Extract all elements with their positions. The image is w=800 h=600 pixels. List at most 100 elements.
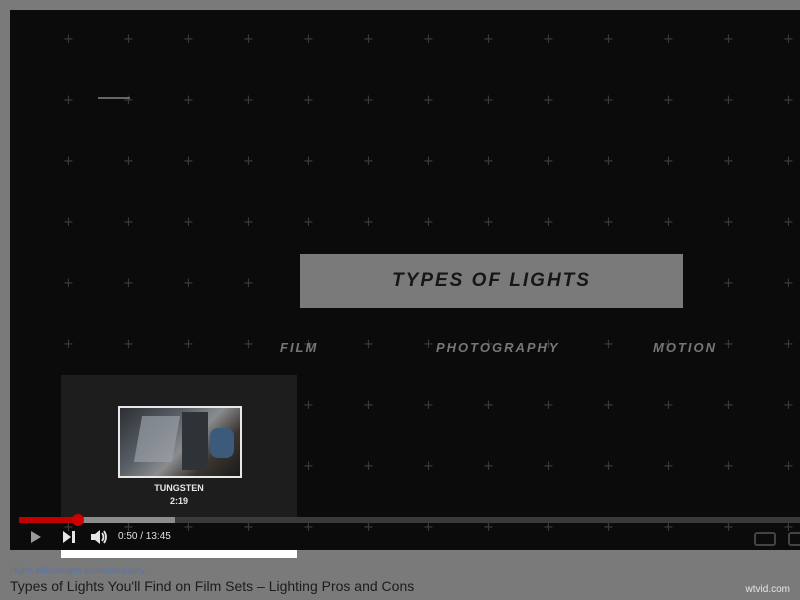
grid-plus: + bbox=[423, 337, 434, 352]
grid-plus: + bbox=[603, 215, 614, 230]
grid-plus: + bbox=[303, 398, 314, 413]
grid-plus: + bbox=[303, 215, 314, 230]
grid-plus: + bbox=[183, 276, 194, 291]
grid-plus: + bbox=[723, 215, 734, 230]
grid-plus: + bbox=[723, 93, 734, 108]
grid-plus: + bbox=[183, 215, 194, 230]
grid-plus: + bbox=[663, 398, 674, 413]
grid-plus: + bbox=[63, 154, 74, 169]
grid-plus: + bbox=[123, 215, 134, 230]
volume-icon[interactable] bbox=[90, 529, 108, 550]
category-film: FILM bbox=[280, 340, 319, 355]
decorative-dash bbox=[98, 97, 130, 99]
grid-plus: + bbox=[543, 215, 554, 230]
grid-plus: + bbox=[543, 93, 554, 108]
grid-plus: + bbox=[303, 459, 314, 474]
grid-plus: + bbox=[723, 337, 734, 352]
grid-plus: + bbox=[603, 93, 614, 108]
grid-plus: + bbox=[423, 459, 434, 474]
grid-plus: + bbox=[363, 32, 374, 47]
grid-plus: + bbox=[783, 398, 794, 413]
played-segment bbox=[19, 517, 78, 523]
hover-segment bbox=[77, 517, 176, 523]
grid-plus: + bbox=[183, 154, 194, 169]
grid-plus: + bbox=[783, 154, 794, 169]
grid-plus: + bbox=[423, 93, 434, 108]
grid-plus: + bbox=[783, 93, 794, 108]
grid-plus: + bbox=[603, 32, 614, 47]
preview-timestamp: 2:19 bbox=[169, 496, 188, 506]
title-card: TYPES OF LIGHTS bbox=[300, 254, 683, 308]
grid-plus: + bbox=[303, 93, 314, 108]
grid-plus: + bbox=[63, 215, 74, 230]
grid-plus: + bbox=[603, 459, 614, 474]
grid-plus: + bbox=[783, 337, 794, 352]
grid-plus: + bbox=[423, 154, 434, 169]
grid-plus: + bbox=[783, 276, 794, 291]
grid-plus: + bbox=[483, 93, 494, 108]
category-motion: MOTION bbox=[653, 340, 717, 355]
control-bar: 0:50 / 13:45 bbox=[10, 524, 800, 550]
grid-plus: + bbox=[243, 337, 254, 352]
category-photography: PHOTOGRAPHY bbox=[436, 340, 560, 355]
grid-plus: + bbox=[363, 215, 374, 230]
watermark: wtvid.com bbox=[745, 584, 790, 595]
video-player[interactable]: + + + + + + + + + + + + + + + + + + + + + + + + + + + + + + + + + + + + + + + +… bbox=[10, 10, 800, 550]
grid-plus: + bbox=[723, 398, 734, 413]
grid-plus: + bbox=[183, 32, 194, 47]
fullscreen-icon[interactable] bbox=[788, 532, 800, 546]
grid-plus: + bbox=[663, 32, 674, 47]
grid-plus: + bbox=[63, 337, 74, 352]
grid-plus: + bbox=[663, 459, 674, 474]
grid-plus: + bbox=[543, 398, 554, 413]
grid-plus: + bbox=[423, 215, 434, 230]
grid-plus: + bbox=[303, 32, 314, 47]
grid-plus: + bbox=[243, 215, 254, 230]
grid-plus: + bbox=[183, 337, 194, 352]
grid-plus: + bbox=[603, 337, 614, 352]
grid-plus: + bbox=[723, 459, 734, 474]
grid-plus: + bbox=[783, 459, 794, 474]
grid-plus: + bbox=[603, 154, 614, 169]
grid-plus: + bbox=[483, 154, 494, 169]
grid-plus: + bbox=[63, 93, 74, 108]
grid-plus: + bbox=[123, 276, 134, 291]
hashtags[interactable]: #lights #filmsetlights #cinematography bbox=[10, 566, 145, 575]
title-card-text: TYPES OF LIGHTS bbox=[392, 270, 591, 291]
grid-plus: + bbox=[723, 154, 734, 169]
grid-plus: + bbox=[423, 398, 434, 413]
grid-plus: + bbox=[123, 32, 134, 47]
grid-plus: + bbox=[783, 215, 794, 230]
miniplayer-icon[interactable] bbox=[754, 532, 776, 546]
next-icon[interactable] bbox=[62, 530, 76, 549]
grid-plus: + bbox=[723, 32, 734, 47]
grid-plus: + bbox=[363, 459, 374, 474]
scrub-preview: TUNGSTEN 2:19 bbox=[61, 375, 297, 518]
grid-plus: + bbox=[363, 93, 374, 108]
preview-chapter-label: TUNGSTEN bbox=[154, 483, 204, 493]
preview-underline bbox=[61, 550, 297, 558]
grid-plus: + bbox=[243, 154, 254, 169]
grid-plus: + bbox=[543, 32, 554, 47]
grid-plus: + bbox=[243, 276, 254, 291]
grid-plus: + bbox=[603, 398, 614, 413]
grid-plus: + bbox=[483, 215, 494, 230]
grid-plus: + bbox=[423, 32, 434, 47]
grid-plus: + bbox=[363, 154, 374, 169]
video-title: Types of Lights You'll Find on Film Sets… bbox=[10, 578, 415, 594]
play-icon[interactable] bbox=[30, 530, 42, 549]
grid-plus: + bbox=[243, 32, 254, 47]
grid-plus: + bbox=[723, 276, 734, 291]
grid-plus: + bbox=[543, 154, 554, 169]
grid-plus: + bbox=[63, 276, 74, 291]
grid-plus: + bbox=[483, 32, 494, 47]
grid-plus: + bbox=[123, 93, 134, 108]
grid-plus: + bbox=[663, 215, 674, 230]
grid-plus: + bbox=[363, 398, 374, 413]
grid-plus: + bbox=[303, 154, 314, 169]
grid-plus: + bbox=[123, 154, 134, 169]
grid-plus: + bbox=[363, 337, 374, 352]
time-display: 0:50 / 13:45 bbox=[118, 531, 171, 542]
progress-bar[interactable] bbox=[19, 514, 800, 526]
grid-plus: + bbox=[483, 398, 494, 413]
